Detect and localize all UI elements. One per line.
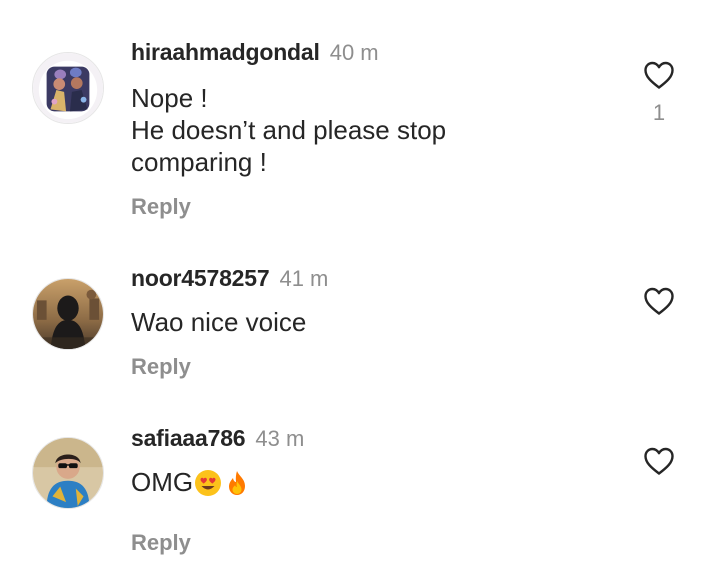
comment-meta: safiaaa786 43 m (131, 424, 304, 452)
heart-outline-icon (644, 447, 674, 475)
fire-emoji (229, 471, 246, 495)
avatar-icon (33, 438, 103, 508)
like-button[interactable] (643, 446, 675, 476)
comment-text-line: OMG (131, 466, 251, 498)
comment-text: OMG (131, 466, 251, 498)
heart-eyes-emoji (195, 470, 222, 496)
username[interactable]: safiaaa786 (131, 425, 246, 451)
comment-text-content: OMG (131, 467, 194, 497)
avatar[interactable] (32, 437, 104, 509)
reply-button[interactable]: Reply (131, 530, 191, 556)
comment-item: safiaaa786 43 m OMG Reply (0, 0, 720, 579)
timestamp: 43 m (255, 426, 305, 451)
